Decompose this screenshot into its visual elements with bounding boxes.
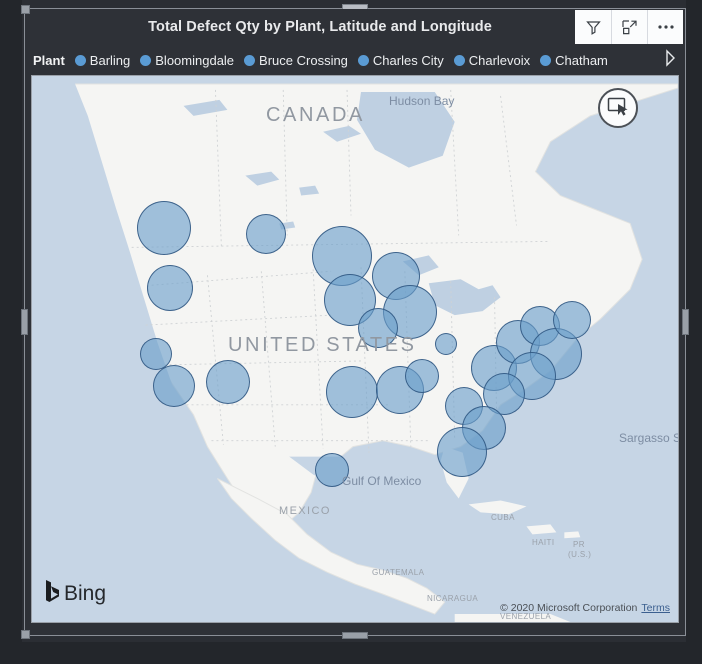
legend-item-list: Barling Bloomingdale Bruce Crossing Char… <box>74 52 659 68</box>
map-bubble[interactable] <box>435 333 457 355</box>
canvas-backdrop-bottom <box>0 642 702 664</box>
resize-handle-bottom-left[interactable] <box>21 630 30 639</box>
map-bubble[interactable] <box>147 265 193 311</box>
bing-wordmark: Bing <box>64 581 107 605</box>
filter-icon <box>585 19 602 36</box>
map-select-mode-button[interactable] <box>598 88 638 128</box>
map-bubble[interactable] <box>437 427 487 477</box>
attribution-text: © 2020 Microsoft Corporation <box>500 602 638 614</box>
map-attribution: © 2020 Microsoft Corporation Terms <box>500 602 670 614</box>
map-bubble[interactable] <box>315 453 349 487</box>
legend-item-label: Bruce Crossing <box>259 52 348 68</box>
report-canvas: Total Defect Qty by Plant, Latitude and … <box>0 0 702 664</box>
map-bubble[interactable] <box>326 366 378 418</box>
legend-item-charles-city[interactable]: Charles City <box>357 52 444 68</box>
legend-item-label: Barling <box>89 52 131 68</box>
legend-item-barling[interactable]: Barling <box>74 52 131 68</box>
map-bubble[interactable] <box>553 301 591 339</box>
resize-handle-top-left[interactable] <box>21 5 30 14</box>
map-bubble[interactable] <box>137 201 191 255</box>
filter-button[interactable] <box>575 10 611 44</box>
map-bubble[interactable] <box>206 360 250 404</box>
map-visual-tile[interactable]: Total Defect Qty by Plant, Latitude and … <box>21 4 689 639</box>
legend-item-bloomingdale[interactable]: Bloomingdale <box>140 53 234 68</box>
visual-header-actions <box>575 9 685 45</box>
legend-next-page-button[interactable] <box>659 47 681 73</box>
legend-swatch-icon <box>74 54 86 66</box>
legend: Plant Barling Bloomingdale Bruce Crossin… <box>25 45 685 75</box>
more-options-icon <box>656 23 676 31</box>
focus-mode-icon <box>621 19 638 36</box>
legend-item-label: Charles City <box>372 52 444 68</box>
map-bubble[interactable] <box>246 214 286 254</box>
legend-swatch-icon <box>140 54 152 66</box>
bubble-layer <box>32 76 678 622</box>
legend-swatch-icon <box>453 54 465 66</box>
canvas-backdrop-left <box>0 0 22 664</box>
legend-item-label: Bloomingdale <box>155 52 235 68</box>
legend-item-label: Chatham <box>555 52 608 68</box>
legend-item-charlevoix[interactable]: Charlevoix <box>453 52 531 68</box>
resize-handle-bottom[interactable] <box>342 632 368 639</box>
map-bubble[interactable] <box>358 308 398 348</box>
legend-swatch-icon <box>244 54 256 66</box>
focus-mode-button[interactable] <box>611 10 647 44</box>
map-bubble[interactable] <box>405 359 439 393</box>
page-title: Total Defect Qty by Plant, Latitude and … <box>148 19 492 35</box>
visual-header: Total Defect Qty by Plant, Latitude and … <box>25 9 685 45</box>
legend-title: Plant <box>33 52 65 68</box>
legend-swatch-icon <box>540 54 552 66</box>
map-container[interactable]: CANADA Hudson Bay UNITED STATES Gulf Of Mex… <box>31 75 679 623</box>
resize-handle-right[interactable] <box>682 309 689 335</box>
chevron-right-icon <box>663 48 677 72</box>
map-bubble[interactable] <box>153 365 195 407</box>
legend-item-chatham[interactable]: Chatham <box>540 53 608 68</box>
legend-swatch-icon <box>357 54 369 66</box>
resize-handle-left[interactable] <box>21 309 28 335</box>
terms-link[interactable]: Terms <box>641 602 670 614</box>
legend-item-bruce-crossing[interactable]: Bruce Crossing <box>244 53 348 68</box>
bing-logo[interactable]: Bing <box>44 579 106 608</box>
bing-mark-icon <box>44 579 60 608</box>
pointer-in-frame-icon <box>606 95 630 122</box>
more-options-button[interactable] <box>647 10 683 44</box>
legend-item-label: Charlevoix <box>468 52 531 68</box>
